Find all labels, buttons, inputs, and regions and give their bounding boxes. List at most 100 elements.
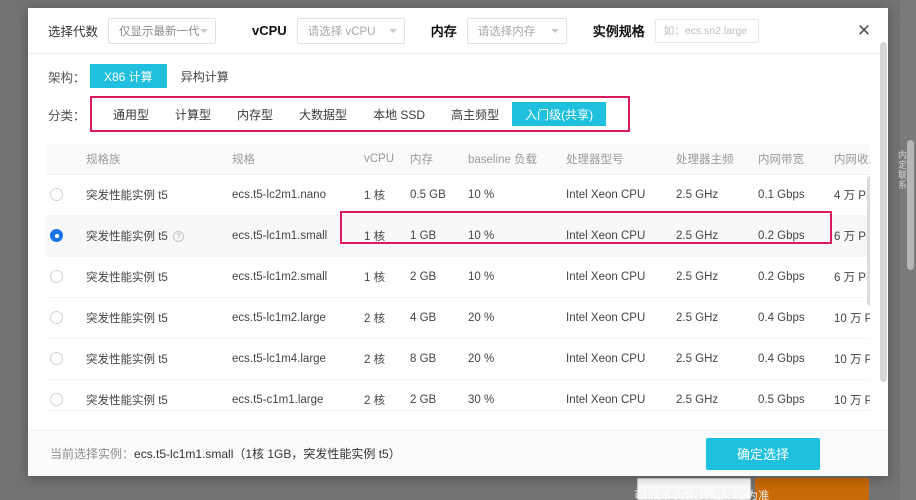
category-tab-high-freq[interactable]: 高主频型	[438, 102, 512, 126]
chevron-down-icon	[551, 29, 559, 33]
col-pps: 内网收发包	[830, 144, 870, 174]
col-spec: 规格	[228, 144, 360, 174]
col-cpu-model: 处理器型号	[562, 144, 672, 174]
modal-scrollbar[interactable]	[880, 42, 887, 382]
col-baseline: baseline 负载	[464, 144, 562, 174]
radio-button[interactable]	[50, 352, 63, 365]
cell-pps: 4 万 PPS	[830, 174, 870, 215]
spec-search-input[interactable]: 如：ecs.sn2.large	[655, 19, 759, 43]
cell-vcpu: 2 核	[360, 379, 406, 411]
memory-select-value: 请选择内存	[478, 23, 536, 39]
cell-vcpu: 2 核	[360, 297, 406, 338]
cell-spec: ecs.t5-c1m1.large	[228, 379, 360, 411]
cell-cpu-model: Intel Xeon CPU	[562, 215, 672, 256]
table-row[interactable]: 突发性能实例 t5ecs.t5-lc1m4.large2 核8 GB20 %In…	[46, 338, 870, 379]
memory-select[interactable]: 请选择内存	[467, 18, 567, 44]
cell-memory: 4 GB	[406, 297, 464, 338]
row-select-cell[interactable]	[46, 256, 82, 297]
cell-cpu-model: Intel Xeon CPU	[562, 379, 672, 411]
generation-label: 选择代数	[48, 21, 98, 40]
radio-button[interactable]	[50, 393, 63, 406]
category-row: 分类： 通用型 计算型 内存型 大数据型 本地 SSD 高主频型 入门级(共享)	[28, 94, 888, 134]
category-tab-general[interactable]: 通用型	[100, 102, 162, 126]
chevron-down-icon	[200, 29, 208, 33]
radio-button[interactable]	[50, 270, 63, 283]
table-row[interactable]: 突发性能实例 t5ecs.t5-lc1m2.large2 核4 GB20 %In…	[46, 297, 870, 338]
row-select-cell[interactable]	[46, 297, 82, 338]
architecture-row: 架构： X86 计算 异构计算	[28, 54, 888, 94]
cell-cpu-freq: 2.5 GHz	[672, 297, 754, 338]
category-tab-memory[interactable]: 内存型	[224, 102, 286, 126]
current-selection-label: 当前选择实例：	[50, 447, 134, 461]
cell-memory: 2 GB	[406, 256, 464, 297]
col-cpu-freq: 处理器主频	[672, 144, 754, 174]
cell-bandwidth: 0.1 Gbps	[754, 174, 830, 215]
close-icon[interactable]: ✕	[854, 21, 874, 41]
current-selection: 当前选择实例：ecs.t5-lc1m1.small（1核 1GB，突发性能实例 …	[50, 445, 401, 462]
table-header: 规格族 规格 vCPU 内存 baseline 负载 处理器型号 处理器主频 内…	[46, 144, 870, 174]
arch-tab-x86[interactable]: X86 计算	[90, 64, 167, 88]
cell-baseline: 20 %	[464, 297, 562, 338]
cell-bandwidth: 0.4 Gbps	[754, 297, 830, 338]
category-tab-entry-shared[interactable]: 入门级(共享)	[512, 102, 606, 126]
col-memory: 内存	[406, 144, 464, 174]
cell-cpu-model: Intel Xeon CPU	[562, 297, 672, 338]
cell-bandwidth: 0.2 Gbps	[754, 215, 830, 256]
background-vertical-text: 内定联系	[893, 150, 907, 260]
cell-pps: 10 万 PPS	[830, 379, 870, 411]
help-icon[interactable]: ?	[173, 231, 184, 242]
category-tab-compute[interactable]: 计算型	[162, 102, 224, 126]
cell-bandwidth: 0.5 Gbps	[754, 379, 830, 411]
background-primary-button[interactable]	[755, 478, 869, 500]
cell-vcpu: 1 核	[360, 174, 406, 215]
vcpu-select[interactable]: 请选择 vCPU	[297, 18, 405, 44]
category-tab-local-ssd[interactable]: 本地 SSD	[360, 102, 438, 126]
category-tab-bigdata[interactable]: 大数据型	[286, 102, 360, 126]
vcpu-label: vCPU	[252, 23, 287, 38]
radio-button[interactable]	[50, 229, 63, 242]
cell-family: 突发性能实例 t5	[82, 297, 228, 338]
cell-family: 突发性能实例 t5	[82, 379, 228, 411]
chevron-down-icon	[389, 29, 397, 33]
instance-table: 规格族 规格 vCPU 内存 baseline 负载 处理器型号 处理器主频 内…	[46, 144, 870, 411]
cell-memory: 2 GB	[406, 379, 464, 411]
cell-cpu-freq: 2.5 GHz	[672, 338, 754, 379]
arch-tab-heterogeneous[interactable]: 异构计算	[167, 64, 243, 88]
cell-cpu-freq: 2.5 GHz	[672, 379, 754, 411]
vcpu-select-value: 请选择 vCPU	[308, 23, 376, 39]
page-scrollbar[interactable]	[907, 140, 914, 270]
col-family: 规格族	[82, 144, 228, 174]
cell-pps: 10 万 PPS	[830, 297, 870, 338]
cell-vcpu: 1 核	[360, 256, 406, 297]
col-bandwidth: 内网带宽	[754, 144, 830, 174]
spec-search-placeholder: 如：ecs.sn2.large	[664, 23, 747, 38]
cell-cpu-freq: 2.5 GHz	[672, 174, 754, 215]
table-row[interactable]: 突发性能实例 t5ecs.t5-lc2m1.nano1 核0.5 GB10 %I…	[46, 174, 870, 215]
table-row[interactable]: 突发性能实例 t5?ecs.t5-lc1m1.small1 核1 GB10 %I…	[46, 215, 870, 256]
generation-select[interactable]: 仅显示最新一代	[108, 18, 216, 44]
table-row[interactable]: 突发性能实例 t5ecs.t5-c1m1.large2 核2 GB30 %Int…	[46, 379, 870, 411]
row-select-cell[interactable]	[46, 174, 82, 215]
cell-cpu-model: Intel Xeon CPU	[562, 256, 672, 297]
radio-button[interactable]	[50, 311, 63, 324]
radio-button[interactable]	[50, 188, 63, 201]
cell-family: 突发性能实例 t5	[82, 256, 228, 297]
row-select-cell[interactable]	[46, 379, 82, 411]
generation-select-value: 仅显示最新一代	[119, 23, 200, 39]
row-select-cell[interactable]	[46, 215, 82, 256]
confirm-button[interactable]: 确定选择	[706, 438, 820, 470]
row-select-cell[interactable]	[46, 338, 82, 379]
background-note: 可购买的配置以登录后为准	[634, 487, 770, 500]
cell-family: 突发性能实例 t5?	[82, 215, 228, 256]
cell-baseline: 10 %	[464, 256, 562, 297]
cell-pps: 6 万 PPS	[830, 215, 870, 256]
category-label: 分类：	[48, 105, 90, 124]
instance-type-modal: 选择代数 仅显示最新一代 vCPU 请选择 vCPU 内存 请选择内存 实例规格…	[28, 8, 888, 476]
table-scrollbar[interactable]	[867, 176, 870, 306]
cell-vcpu: 2 核	[360, 338, 406, 379]
table-row[interactable]: 突发性能实例 t5ecs.t5-lc1m2.small1 核2 GB10 %In…	[46, 256, 870, 297]
cell-baseline: 10 %	[464, 174, 562, 215]
cell-pps: 10 万 PPS	[830, 338, 870, 379]
cell-spec: ecs.t5-lc1m2.large	[228, 297, 360, 338]
memory-label: 内存	[431, 21, 457, 40]
